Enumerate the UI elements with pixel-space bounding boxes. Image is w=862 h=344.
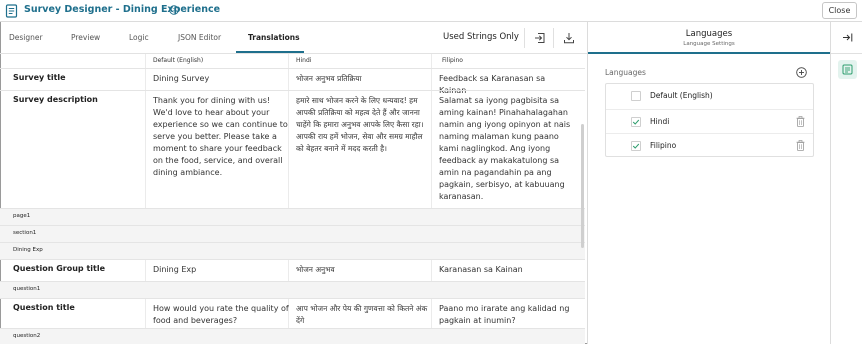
translation-grid: Default (English) Hindi Filipino Survey … [0, 54, 585, 344]
table-row: Question title How would you rate the qu… [0, 298, 585, 328]
import-icon[interactable] [534, 32, 546, 44]
section-row: question2 [0, 328, 585, 344]
survey-designer-icon [5, 4, 18, 18]
add-language-icon[interactable] [796, 67, 807, 78]
language-item-default-english: Default (English) [606, 84, 813, 108]
language-checkbox[interactable] [631, 91, 641, 101]
row-label: Question title [13, 303, 75, 312]
svg-text:?: ? [172, 6, 175, 14]
checkmark-icon [632, 119, 640, 125]
hindi-cell[interactable]: हमारे साथ भोजन करने के लिए धन्यवाद! हम आ… [296, 95, 431, 155]
close-button[interactable]: Close [822, 2, 857, 19]
help-icon[interactable]: ? [169, 5, 179, 15]
english-cell[interactable]: Thank you for dining with us! We'd love … [153, 95, 289, 179]
section-label: question1 [13, 286, 41, 292]
panel-subtitle: Language Settings [683, 41, 735, 47]
language-checkbox[interactable] [631, 117, 641, 127]
filipino-cell[interactable]: Salamat sa iyong pagbisita sa aming kain… [439, 95, 574, 203]
side-rail [830, 22, 862, 344]
language-item-hindi: Hindi [606, 109, 813, 133]
window-title: Survey Designer - Dining Experience [24, 4, 221, 15]
rail-divider [831, 53, 862, 54]
hindi-cell[interactable]: भोजन अनुभव प्रतिक्रिया [296, 73, 431, 85]
row-label: Question Group title [13, 264, 105, 273]
used-strings-only-toggle[interactable]: Used Strings Only [443, 32, 519, 42]
section-label: question2 [13, 333, 41, 339]
checkmark-icon [632, 143, 640, 149]
language-item-filipino: Filipino [606, 133, 813, 157]
panel-title: Languages [685, 29, 733, 39]
active-tab-indicator [236, 51, 304, 53]
tab-logic[interactable]: Logic [129, 33, 149, 42]
table-row: Survey description Thank you for dining … [0, 90, 585, 208]
grid-scrollbar[interactable] [581, 124, 584, 248]
column-header-english: Default (English) [153, 57, 204, 64]
row-label: Survey title [13, 73, 66, 82]
english-cell[interactable]: Dining Survey [153, 73, 289, 85]
panel-header: Languages Language Settings [588, 22, 830, 54]
language-settings-button[interactable] [838, 60, 857, 79]
tab-preview[interactable]: Preview [71, 33, 100, 42]
download-icon[interactable] [563, 32, 575, 44]
column-header-hindi: Hindi [296, 57, 312, 64]
filipino-cell[interactable]: Paano mo irarate ang kalidad ng pagkain … [439, 303, 574, 327]
hindi-cell[interactable]: भोजन अनुभव [296, 264, 431, 276]
language-name: Filipino [650, 141, 677, 150]
tab-designer[interactable]: Designer [9, 33, 43, 42]
section-row: section1 [0, 225, 585, 242]
section-row: Dining Exp [0, 242, 585, 259]
tab-translations[interactable]: Translations [248, 33, 300, 42]
title-bar: Survey Designer - Dining Experience ? Cl… [0, 0, 862, 22]
language-name: Hindi [650, 117, 670, 126]
english-cell[interactable]: How would you rate the quality of food a… [153, 303, 289, 327]
delete-language-icon[interactable] [796, 140, 805, 151]
delete-language-icon[interactable] [796, 116, 805, 127]
row-label: Survey description [13, 95, 98, 104]
languages-section-label: Languages [605, 68, 646, 77]
table-row: Survey title Dining Survey भोजन अनुभव प्… [0, 68, 585, 95]
hindi-cell[interactable]: आप भोजन और पेय की गुणवत्ता को कितने अंक … [296, 303, 431, 327]
language-list: Default (English) Hindi Filipino [605, 83, 814, 157]
section-label: page1 [13, 213, 31, 219]
section-row: page1 [0, 208, 585, 225]
language-settings-icon [842, 64, 853, 75]
filipino-cell[interactable]: Karanasan sa Kainan [439, 264, 574, 276]
collapse-panel-icon[interactable] [842, 32, 853, 43]
english-cell[interactable]: Dining Exp [153, 264, 289, 276]
tab-json-editor[interactable]: JSON Editor [178, 33, 221, 42]
section-label: section1 [13, 230, 37, 236]
column-header-filipino: Filipino [442, 57, 463, 64]
section-row: question1 [0, 281, 585, 298]
tab-bar: Designer Preview Logic JSON Editor Trans… [0, 22, 587, 54]
toolbar-divider [553, 28, 554, 48]
language-name: Default (English) [650, 91, 713, 100]
table-row: Question Group title Dining Exp भोजन अनु… [0, 259, 585, 281]
toolbar-divider [524, 28, 525, 48]
languages-panel: Languages Language Settings Languages De… [587, 22, 830, 344]
language-checkbox[interactable] [631, 141, 641, 151]
section-label: Dining Exp [13, 247, 43, 253]
